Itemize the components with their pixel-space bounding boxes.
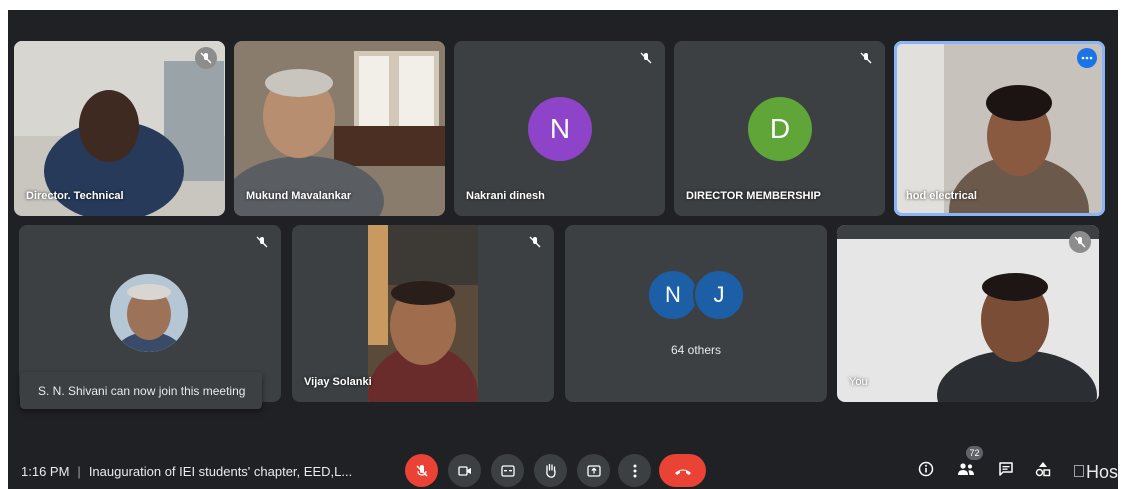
info-icon xyxy=(918,461,934,477)
mic-off-icon xyxy=(855,47,877,69)
mic-off-icon xyxy=(251,231,273,253)
avatar-initial: D xyxy=(769,113,791,144)
mic-off-icon xyxy=(415,464,428,477)
participant-name: You xyxy=(849,376,868,388)
avatar: N xyxy=(647,269,699,321)
participant-video xyxy=(368,225,478,402)
avatar xyxy=(110,274,188,352)
mic-toggle-button[interactable] xyxy=(405,454,438,487)
camera-icon xyxy=(457,465,471,476)
participant-name: Mukund Mavalankar xyxy=(246,190,352,202)
join-notification: S. N. Shivani can now join this meeting xyxy=(20,372,262,409)
participant-tile-director-membership[interactable]: D DIRECTOR MEMBERSHIP xyxy=(674,41,885,216)
mic-off-icon xyxy=(195,47,217,69)
participant-tile-hod-electrical[interactable]: hod electrical xyxy=(894,41,1105,216)
activities-button[interactable] xyxy=(1030,456,1056,482)
participant-tile-you[interactable]: You xyxy=(837,225,1099,402)
bottom-control-bar: 1:16 PM | Inauguration of IEI students' ch… xyxy=(8,440,1118,489)
raise-hand-button[interactable] xyxy=(534,454,567,487)
avatar-initial: J xyxy=(713,282,725,307)
chat-icon xyxy=(999,462,1013,476)
participant-video xyxy=(837,225,1099,402)
participant-name: Director. Technical xyxy=(26,190,124,202)
participant-count: 72 xyxy=(969,448,980,458)
participant-tile-nakrani[interactable]: N Nakrani dinesh xyxy=(454,41,665,216)
avatar: D xyxy=(748,97,812,161)
more-vert-icon xyxy=(633,464,636,477)
broken-image-icon xyxy=(1074,465,1084,478)
meeting-title: Inauguration of IEI students' chapter, E… xyxy=(88,464,353,479)
raise-hand-icon xyxy=(545,463,556,478)
host-controls-image[interactable]: Hos xyxy=(1074,462,1118,483)
avatar: N xyxy=(528,97,592,161)
others-count-label: 64 others xyxy=(670,343,722,357)
mic-off-icon xyxy=(1069,231,1091,253)
captions-icon xyxy=(500,464,515,477)
clock-time: 1:16 PM xyxy=(21,464,70,479)
people-icon xyxy=(958,463,974,475)
profile-photo xyxy=(110,274,188,352)
camera-toggle-button[interactable] xyxy=(448,454,481,487)
hang-up-icon xyxy=(674,469,691,475)
participant-tile-mukund[interactable]: Mukund Mavalankar xyxy=(234,41,445,216)
meeting-info-button[interactable] xyxy=(913,456,939,482)
participant-name: DIRECTOR MEMBERSHIP xyxy=(686,190,821,202)
leave-call-button[interactable] xyxy=(659,454,706,487)
mic-off-icon xyxy=(524,231,546,253)
divider: | xyxy=(77,464,81,479)
meeting-details: 1:16 PM | Inauguration of IEI students' ch… xyxy=(21,464,352,479)
meeting-stage: Director. Technical Mukund Mavalankar N … xyxy=(8,10,1118,489)
present-icon xyxy=(586,464,601,477)
avatar: J xyxy=(693,269,745,321)
chat-button[interactable] xyxy=(993,456,1019,482)
participant-name: Vijay Solanki xyxy=(304,376,372,388)
more-options-icon[interactable] xyxy=(1077,48,1097,68)
captions-button[interactable] xyxy=(491,454,524,487)
mic-off-icon xyxy=(635,47,657,69)
participant-name: hod electrical xyxy=(906,190,977,202)
participant-tile-vijay[interactable]: Vijay Solanki xyxy=(292,225,554,402)
participant-tile-others[interactable]: N J 64 others xyxy=(565,225,827,402)
participant-name: Nakrani dinesh xyxy=(466,190,545,202)
notification-text: S. N. Shivani can now join this meeting xyxy=(38,383,246,398)
more-options-button[interactable] xyxy=(618,454,651,487)
present-screen-button[interactable] xyxy=(577,454,610,487)
participant-tile-director-technical[interactable]: Director. Technical xyxy=(14,41,225,216)
activities-icon xyxy=(1035,462,1051,477)
avatar-initial: N xyxy=(665,282,681,307)
avatar-initial: N xyxy=(549,113,571,144)
host-controls-alt-text: Hos xyxy=(1086,462,1118,482)
participant-count-badge: 72 xyxy=(966,446,983,460)
